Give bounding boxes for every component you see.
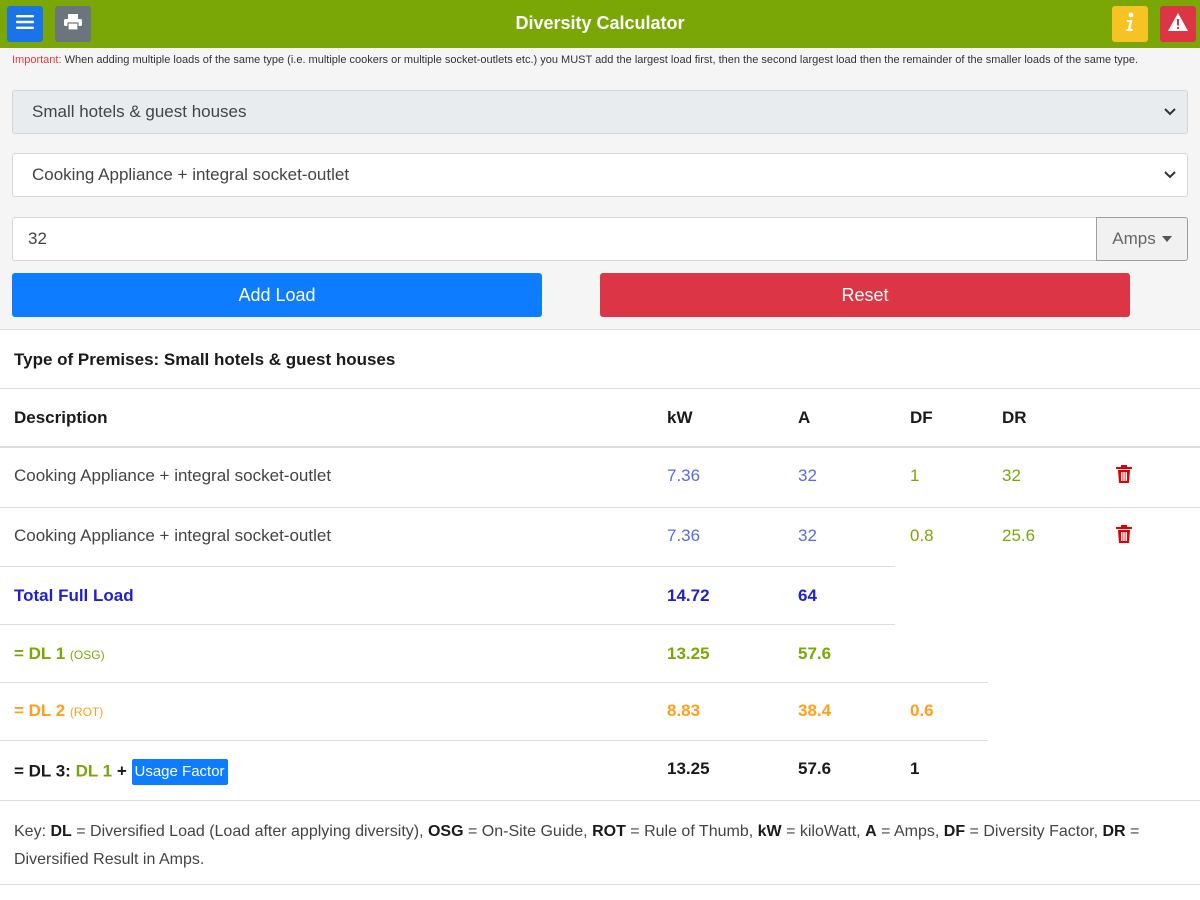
column-header-a: A bbox=[798, 408, 811, 427]
usage-factor-button[interactable]: Usage Factor bbox=[131, 759, 228, 785]
load-kw: 7.36 bbox=[667, 526, 701, 545]
info-icon bbox=[1125, 12, 1135, 37]
key-legend: Key: DL = Diversified Load (Load after a… bbox=[14, 823, 1144, 868]
dl2-amps: 38.4 bbox=[798, 701, 832, 720]
dl1-kw: 13.25 bbox=[667, 644, 710, 663]
column-header-description: Description bbox=[14, 408, 108, 427]
printer-icon bbox=[64, 13, 82, 35]
column-header-dr: DR bbox=[1002, 408, 1027, 427]
load-kw: 7.36 bbox=[667, 466, 701, 485]
unit-dropdown-button[interactable]: Amps bbox=[1096, 217, 1188, 261]
top-bar: Diversity Calculator bbox=[0, 0, 1200, 48]
dl3-df: 1 bbox=[910, 759, 920, 778]
premises-type-label: Type of Premises: Small hotels & guest h… bbox=[14, 350, 396, 369]
reset-button[interactable]: Reset bbox=[600, 273, 1130, 317]
chevron-down-icon bbox=[1163, 168, 1177, 182]
dl2-label: = DL 2 (ROT) bbox=[14, 701, 104, 720]
dl3-amps: 57.6 bbox=[798, 759, 832, 778]
divider bbox=[0, 566, 895, 567]
important-label: Important: bbox=[12, 54, 62, 66]
caret-down-icon bbox=[1161, 236, 1172, 242]
key-term: A bbox=[865, 823, 877, 840]
trash-icon bbox=[1116, 524, 1132, 548]
dl3-ref: DL 1 bbox=[75, 761, 113, 781]
app-title: Diversity Calculator bbox=[515, 13, 685, 33]
load-df: 0.8 bbox=[910, 526, 934, 545]
key-term: ROT bbox=[592, 823, 626, 840]
key-term: DF bbox=[943, 823, 966, 840]
load-value-group: Amps bbox=[12, 217, 1188, 261]
dl1-label: = DL 1 (OSG) bbox=[14, 644, 105, 663]
add-load-button[interactable]: Add Load bbox=[12, 273, 542, 317]
important-text: When adding multiple loads of the same t… bbox=[61, 54, 1139, 66]
load-description: Cooking Appliance + integral socket-outl… bbox=[14, 466, 332, 485]
premises-selected-value: Small hotels & guest houses bbox=[32, 102, 247, 121]
delete-load-button[interactable] bbox=[1114, 524, 1134, 548]
dl2-df: 0.6 bbox=[910, 701, 934, 720]
dl1-amps: 57.6 bbox=[798, 644, 832, 663]
info-button[interactable] bbox=[1112, 6, 1148, 42]
load-amps: 32 bbox=[798, 466, 817, 485]
divider bbox=[0, 884, 1200, 885]
key-term: DL bbox=[50, 823, 72, 840]
load-description: Cooking Appliance + integral socket-outl… bbox=[14, 526, 332, 545]
menu-button[interactable] bbox=[7, 6, 43, 42]
dl2-kw: 8.83 bbox=[667, 701, 701, 720]
trash-icon bbox=[1116, 464, 1132, 488]
hamburger-menu-icon bbox=[16, 14, 34, 35]
load-df: 1 bbox=[910, 466, 920, 485]
total-full-load-label: Total Full Load bbox=[14, 586, 134, 605]
warning-button[interactable] bbox=[1160, 6, 1196, 42]
divider bbox=[0, 624, 895, 625]
column-header-kw: kW bbox=[667, 408, 693, 427]
load-amps: 32 bbox=[798, 526, 817, 545]
load-dr: 32 bbox=[1002, 466, 1021, 485]
dl3-kw: 13.25 bbox=[667, 759, 710, 778]
divider bbox=[0, 682, 988, 683]
dl2-note: (ROT) bbox=[69, 705, 104, 719]
divider bbox=[0, 388, 1200, 389]
divider bbox=[0, 800, 1200, 801]
delete-load-button[interactable] bbox=[1114, 464, 1134, 488]
column-header-df: DF bbox=[910, 408, 933, 427]
warning-icon bbox=[1167, 12, 1189, 37]
appliance-selected-value: Cooking Appliance + integral socket-outl… bbox=[32, 165, 350, 184]
divider bbox=[0, 507, 1200, 508]
dl1-note: (OSG) bbox=[69, 648, 105, 662]
dl3-label: = DL 3: DL 1 + Usage Factor bbox=[14, 759, 228, 785]
divider bbox=[0, 740, 988, 741]
key-term: DR bbox=[1102, 823, 1126, 840]
unit-label: Amps bbox=[1112, 229, 1156, 248]
chevron-down-icon bbox=[1163, 105, 1177, 119]
important-notice: Important: When adding multiple loads of… bbox=[12, 52, 1187, 68]
appliance-select[interactable]: Cooking Appliance + integral socket-outl… bbox=[12, 153, 1188, 197]
divider bbox=[0, 446, 1200, 448]
premises-select[interactable]: Small hotels & guest houses bbox=[12, 90, 1188, 134]
print-button[interactable] bbox=[55, 6, 91, 42]
total-amps: 64 bbox=[798, 586, 817, 605]
key-term: kW bbox=[757, 823, 782, 840]
load-value-input[interactable] bbox=[12, 217, 1096, 261]
load-dr: 25.6 bbox=[1002, 526, 1036, 545]
total-kw: 14.72 bbox=[667, 586, 710, 605]
key-term: OSG bbox=[427, 823, 464, 840]
